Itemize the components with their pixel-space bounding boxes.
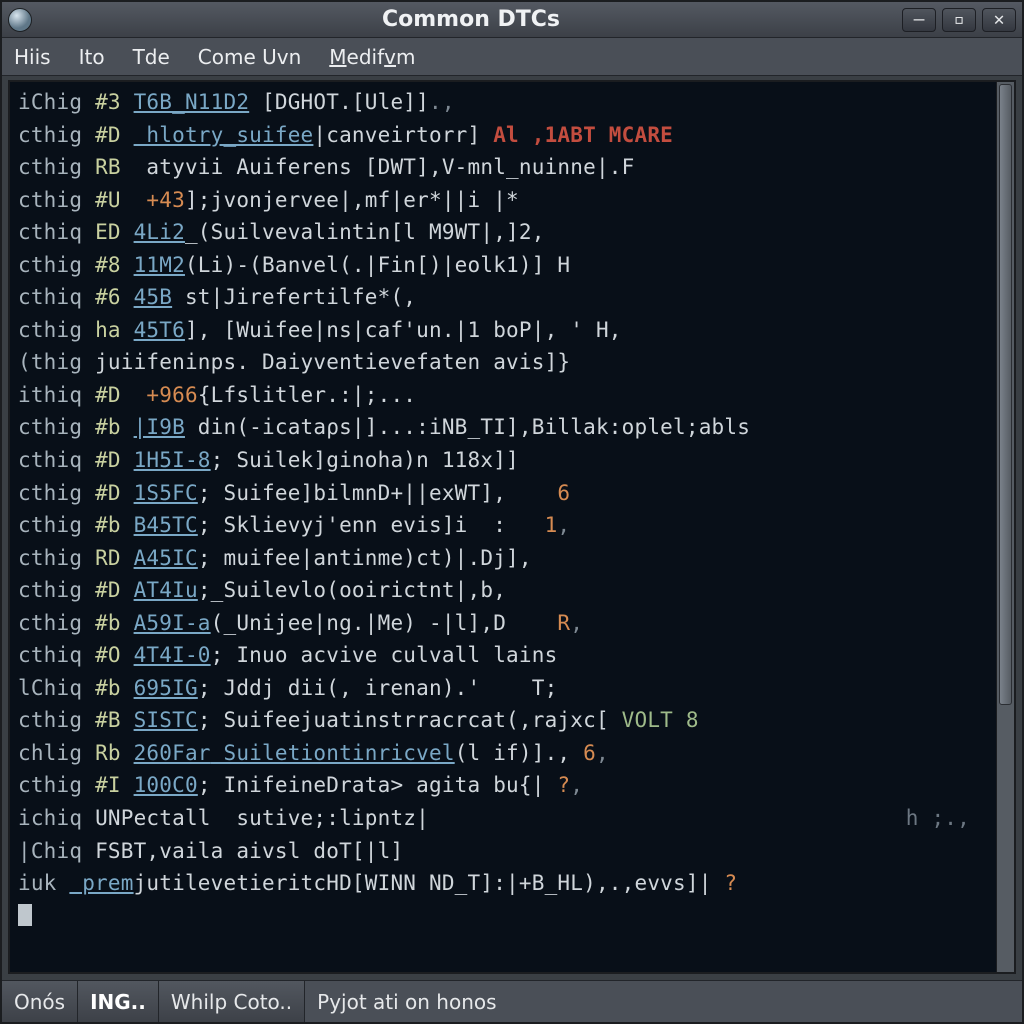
cursor xyxy=(18,904,32,926)
menu-tde[interactable]: Tde xyxy=(133,45,170,69)
terminal-line: cthiq #O 4T4I-0; Inuo acvive culvall lai… xyxy=(18,639,990,672)
restore-icon: ▫ xyxy=(954,9,965,30)
status-tab-1[interactable]: ING.. xyxy=(78,981,159,1022)
terminal-line: cthig #D AT4Iu;_Suilevlo(ooirictnt|,b, xyxy=(18,574,990,607)
terminal-line: cthig #b B45TC; Sklievyj'enn evis]i : 1, xyxy=(18,509,990,542)
window-controls: – ▫ ✕ xyxy=(902,8,1016,32)
status-right-text: Pyjot ati on honos xyxy=(305,981,1022,1022)
terminal-line: iuk premjutilevetieritcHD[WINN ND_T]:|+B… xyxy=(18,867,990,900)
status-tab-0[interactable]: Onós xyxy=(2,981,78,1022)
terminal-line: cthiq #6 45B st|Jirefertilfe*(, xyxy=(18,281,990,314)
close-icon: ✕ xyxy=(994,9,1005,30)
minimize-icon: – xyxy=(914,9,925,30)
minimize-button[interactable]: – xyxy=(902,8,936,32)
terminal-line: (thig juiifeninps. Daiyventievefaten avi… xyxy=(18,346,990,379)
system-menu-icon[interactable] xyxy=(8,8,32,32)
terminal-line: cthig #b |I9B din(-icataρs|]...:iNB_TI],… xyxy=(18,411,990,444)
restore-button[interactable]: ▫ xyxy=(942,8,976,32)
terminal-line: ithiq #D +966{Lfslitler.:|;... xyxy=(18,379,990,412)
menu-hiis[interactable]: Hiis xyxy=(14,45,51,69)
terminal-line: cthig #B SISTC; Suifeejuatinstrracrcat(,… xyxy=(18,704,990,737)
terminal-line: cthig #D 1S5FC; Suifee]bilmnD+||exWT], 6 xyxy=(18,477,990,510)
app-window: Common DTCs – ▫ ✕ Hiis Ito Tde Come Uvn … xyxy=(0,0,1024,1024)
statusbar: Onós ING.. Whilp Coto.. Pyjot ati on hon… xyxy=(2,980,1022,1022)
status-tab-2[interactable]: Whilp Coto.. xyxy=(159,981,305,1022)
content-area: iChig #3 T6B_N11D2 [DGHOT.[Ule]].,cthig … xyxy=(2,76,1022,980)
terminal-line: cthiq ED 4Li2_(Suilvevalintin[l M9WT|,]2… xyxy=(18,216,990,249)
terminal-line: ichiq UNPectall sutive;:lipntz|h ;., xyxy=(18,802,990,835)
terminal-output[interactable]: iChig #3 T6B_N11D2 [DGHOT.[Ule]].,cthig … xyxy=(8,80,996,974)
menu-ito[interactable]: Ito xyxy=(79,45,105,69)
terminal-line: cthig #U +43];jvonjervee|,mf|er*||i |* xyxy=(18,184,990,217)
terminal-line: cthig RD A45IC; muifee|antinme)ct)|.Dj], xyxy=(18,542,990,575)
terminal-line: chlig Rb 260Far Suiletiontinricvel(l if)… xyxy=(18,737,990,770)
terminal-line: cthig #D hlotry_suifee|canveirtorr] Al ,… xyxy=(18,119,990,152)
terminal-line: iChig #3 T6B_N11D2 [DGHOT.[Ule]]., xyxy=(18,86,990,119)
close-button[interactable]: ✕ xyxy=(982,8,1016,32)
terminal-line: cthig RB atyvii Auiferens [DWT],V-mnl_nu… xyxy=(18,151,990,184)
scrollbar-track[interactable] xyxy=(997,707,1014,972)
terminal-line: cthiq #D 1H5I-8; Suilek]ginoha)n 118x]] xyxy=(18,444,990,477)
terminal-line: cthig ha 45T6], [Wuifee|ns|caf'un.|1 boP… xyxy=(18,314,990,347)
menubar: Hiis Ito Tde Come Uvn Medifvm xyxy=(2,38,1022,76)
terminal-line: cthig #b A59I-a(_Unijee|ng.|Me) -|l],D R… xyxy=(18,607,990,640)
terminal-line: cthig #I 100C0; InifeineDrata> agita bu{… xyxy=(18,769,990,802)
terminal-line: cthig #8 11M2(Li)-(Banvel(.|Fin[)|eolk1)… xyxy=(18,249,990,282)
terminal-line: |Chiq FSBT,vaila aivsl doT[|l] xyxy=(18,835,990,868)
titlebar[interactable]: Common DTCs – ▫ ✕ xyxy=(2,2,1022,38)
menu-comeuvn[interactable]: Come Uvn xyxy=(198,45,302,69)
scrollbar-thumb[interactable] xyxy=(999,84,1012,705)
window-title: Common DTCs xyxy=(40,7,902,32)
terminal-line: lChiq #b 695IG; Jddj dii(, irenan).' T; xyxy=(18,672,990,705)
menu-medifvm[interactable]: Medifvm xyxy=(329,45,415,69)
vertical-scrollbar[interactable] xyxy=(996,80,1016,974)
